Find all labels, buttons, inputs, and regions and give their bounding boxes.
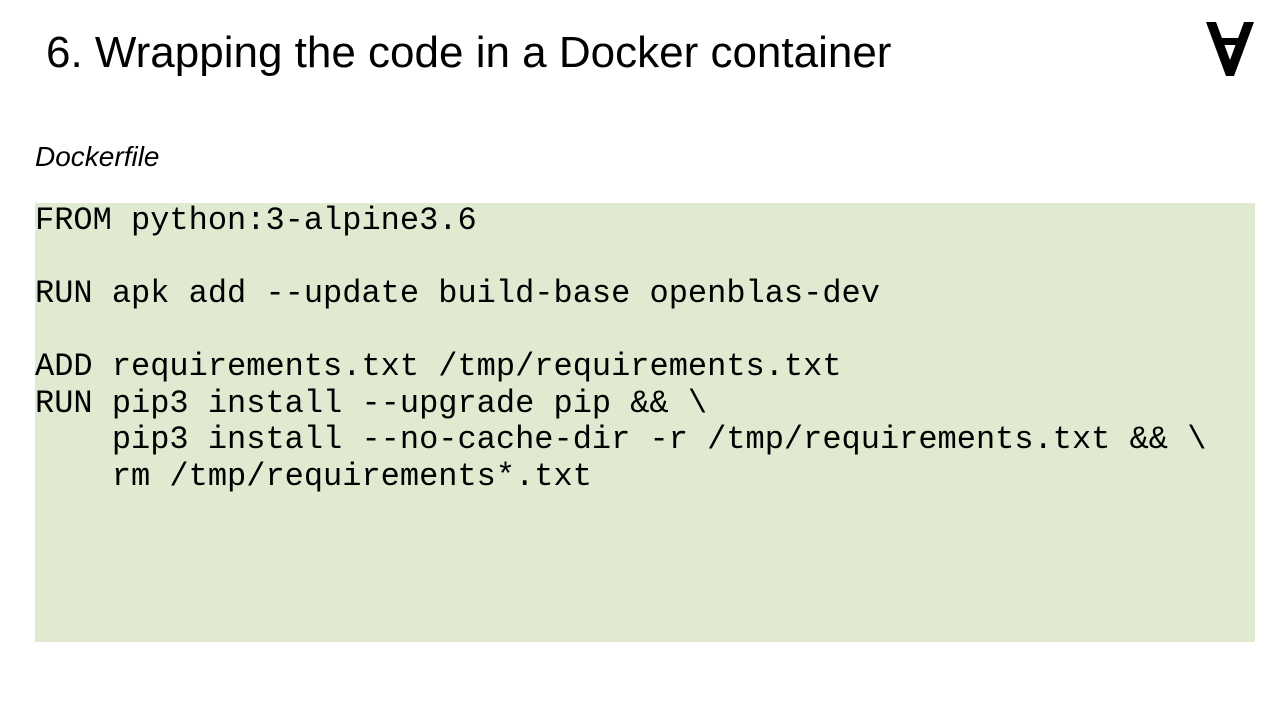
code-line: FROM python:3-alpine3.6 <box>35 202 477 239</box>
code-block: FROM python:3-alpine3.6 RUN apk add --upd… <box>35 202 1255 495</box>
file-name-label: Dockerfile <box>35 141 160 172</box>
code-panel: FROM python:3-alpine3.6 RUN apk add --upd… <box>35 202 1255 642</box>
code-line: RUN pip3 install --upgrade pip && \ <box>35 384 708 422</box>
inverted-a-logo-icon <box>1206 22 1254 76</box>
slide-title: 6. Wrapping the code in a Docker contain… <box>46 28 892 77</box>
code-line: RUN apk add --update build-base openblas… <box>35 275 880 312</box>
code-line: rm /tmp/requirements*.txt <box>35 457 592 495</box>
code-line: pip3 install --no-cache-dir -r /tmp/requ… <box>35 421 1207 458</box>
slide: 6. Wrapping the code in a Docker contain… <box>0 0 1280 720</box>
code-line: ADD requirements.txt /tmp/requirements.t… <box>35 348 842 385</box>
